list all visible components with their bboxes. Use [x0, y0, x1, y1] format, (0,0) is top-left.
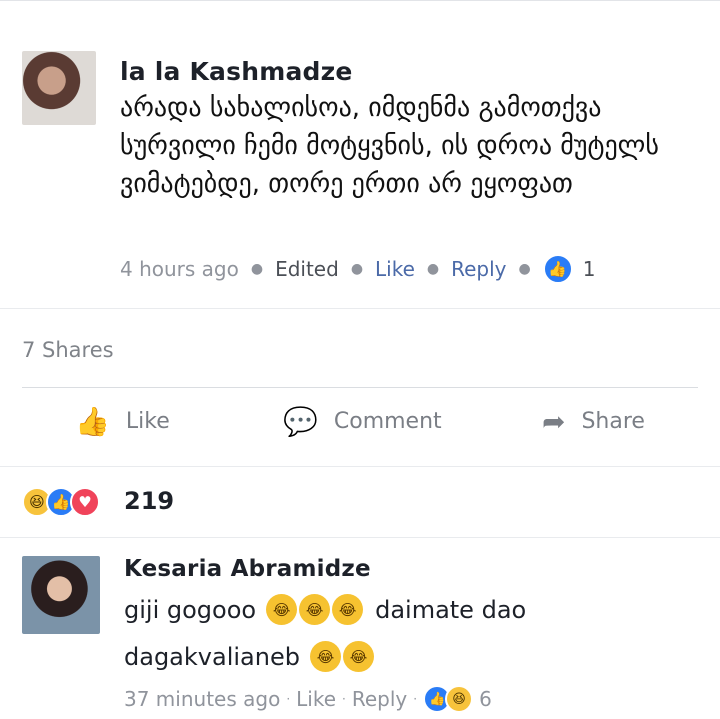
shares-count[interactable]: 7 Shares — [22, 338, 114, 362]
comment-text-segment: giji gogooo — [124, 595, 257, 624]
comment-text-line-2: dagakvalianeb 😂 😂 — [124, 641, 386, 672]
separator-dot: · — [342, 692, 346, 706]
comment-text-segment: daimate dao — [375, 595, 527, 624]
comment-text-segment: dagakvalianeb — [124, 642, 300, 671]
comment-reply-button[interactable]: Reply — [352, 687, 407, 711]
comment-meta: 4 hours ago ● Edited ● Like ● Reply ● 👍 … — [120, 254, 595, 284]
comment-reply-button[interactable]: Reply — [451, 257, 506, 281]
laughing-tears-emoji-icon: 😂 — [266, 594, 298, 625]
comment-bubble-icon: 💬 — [283, 405, 318, 438]
edited-label[interactable]: Edited — [275, 257, 339, 281]
love-heart-icon: ♥ — [70, 487, 100, 517]
comment-button[interactable]: 💬 Comment — [283, 405, 442, 438]
like-button[interactable]: 👍 Like — [75, 405, 170, 438]
avatar[interactable] — [22, 556, 100, 634]
laughing-tears-emoji-icon: 😂 — [332, 594, 364, 625]
like-thumb-icon[interactable]: 👍 — [542, 254, 573, 284]
laughing-tears-emoji-icon: 😂 — [309, 641, 341, 672]
share-label: Share — [581, 409, 645, 434]
like-label: Like — [125, 409, 170, 434]
reaction-icons: 😆 👍 ♥ — [22, 487, 100, 517]
laughing-tears-emoji-icon: 😂 — [299, 594, 331, 625]
comment-1: la la Kashmadze არადა სახალისოა, იმდენმა… — [0, 0, 720, 308]
comment-label: Comment — [333, 409, 442, 434]
comment-reaction-count[interactable]: 1 — [583, 257, 596, 281]
reaction-count[interactable]: 219 — [124, 487, 174, 515]
comment-time[interactable]: 37 minutes ago — [124, 687, 280, 711]
separator-dot: ● — [426, 261, 440, 277]
haha-emoji-icon[interactable]: 😆 — [445, 685, 474, 713]
separator-dot: ● — [350, 261, 364, 277]
like-thumb-icon: 👍 — [75, 405, 110, 438]
comment-author[interactable]: Kesaria Abramidze — [124, 556, 371, 582]
comment-reaction-count[interactable]: 6 — [479, 687, 492, 711]
comment-time[interactable]: 4 hours ago — [120, 257, 239, 281]
emoji-group: 😂 😂 😂 — [266, 594, 365, 625]
share-arrow-icon: ➦ — [542, 405, 566, 438]
laughing-tears-emoji-icon: 😂 — [342, 641, 374, 672]
comment-text: არადა სახალისოა, იმდენმა გამოთქვა სურვილ… — [120, 93, 659, 199]
comment-text-line-1: giji gogooo 😂 😂 😂 daimate dao — [124, 594, 526, 625]
separator-dot: ● — [250, 261, 264, 277]
share-button[interactable]: ➦ Share — [542, 405, 645, 438]
comment-meta: 37 minutes ago · Like · Reply · 👍 😆 6 — [124, 685, 492, 713]
separator-dot: · — [286, 692, 291, 706]
emoji-group: 😂 😂 — [309, 641, 376, 672]
reactions-summary[interactable]: 😆 👍 ♥ 219 — [0, 466, 720, 538]
post-footer: 7 Shares 👍 Like 💬 Comment ➦ Share — [0, 308, 720, 466]
comment-like-button[interactable]: Like — [296, 687, 336, 711]
avatar[interactable] — [22, 51, 96, 125]
separator-dot: ● — [518, 261, 531, 277]
comment-author[interactable]: la la Kashmadze — [120, 57, 353, 86]
post-actions: 👍 Like 💬 Comment ➦ Share — [0, 405, 720, 449]
separator-dot: · — [413, 692, 418, 706]
divider — [22, 387, 698, 388]
comment-like-button[interactable]: Like — [375, 257, 415, 281]
